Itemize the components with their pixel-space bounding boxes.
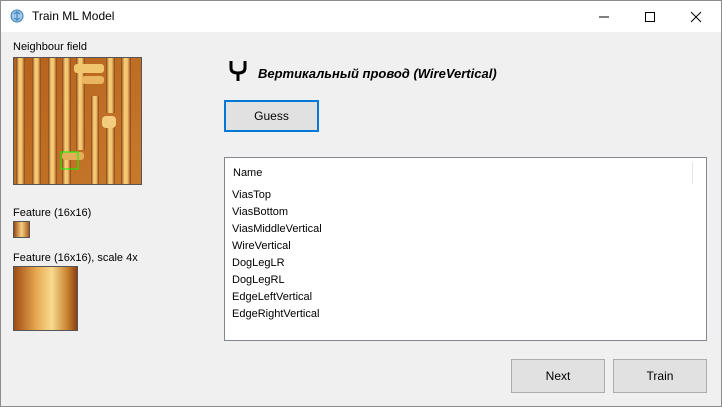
brain-app-icon (10, 9, 24, 23)
prediction-heading: Вертикальный провод (WireVertical) (258, 66, 497, 81)
feature-scaled-label: Feature (16x16), scale 4x (13, 252, 138, 264)
train-ml-model-window: Train ML Model Neighbour field Feature (… (0, 0, 722, 407)
next-button[interactable]: Next (511, 359, 605, 393)
list-item[interactable]: WireVertical (232, 238, 322, 255)
list-item[interactable]: EdgeLeftVertical (232, 289, 322, 306)
neighbour-field-image (13, 57, 142, 185)
train-button[interactable]: Train (613, 359, 707, 393)
list-item[interactable]: ViasBottom (232, 204, 322, 221)
maximize-button[interactable] (627, 1, 673, 32)
close-button[interactable] (673, 1, 719, 32)
list-item[interactable]: DogLegLR (232, 255, 322, 272)
name-column-header[interactable]: Name (233, 167, 262, 179)
list-item[interactable]: DogLegRL (232, 272, 322, 289)
feature-image (13, 221, 30, 238)
column-separator[interactable] (692, 162, 693, 184)
minimize-icon (599, 16, 609, 17)
list-item[interactable]: ViasMiddleVertical (232, 221, 322, 238)
neighbour-field-label: Neighbour field (13, 41, 87, 53)
maximize-icon (645, 11, 655, 22)
title-bar[interactable]: Train ML Model (1, 1, 721, 32)
feature-label: Feature (16x16) (13, 207, 92, 219)
feature-scaled-picture (14, 267, 77, 330)
close-icon (690, 11, 702, 22)
window-title: Train ML Model (32, 9, 115, 23)
feature-scaled-image (13, 266, 78, 331)
cell-type-list[interactable]: Name ViasTop ViasBottom ViasMiddleVertical… (224, 157, 707, 341)
list-item[interactable]: EdgeRightVertical (232, 306, 322, 323)
minimize-button[interactable] (581, 1, 627, 32)
list-header: Name (225, 158, 706, 187)
fork-cell-icon (229, 61, 247, 81)
feature-picture (14, 222, 29, 237)
guess-button[interactable]: Guess (224, 100, 319, 132)
list-items: ViasTop ViasBottom ViasMiddleVertical WireV… (232, 187, 322, 323)
list-item[interactable]: ViasTop (232, 187, 322, 204)
neighbour-field-picture (14, 58, 141, 184)
